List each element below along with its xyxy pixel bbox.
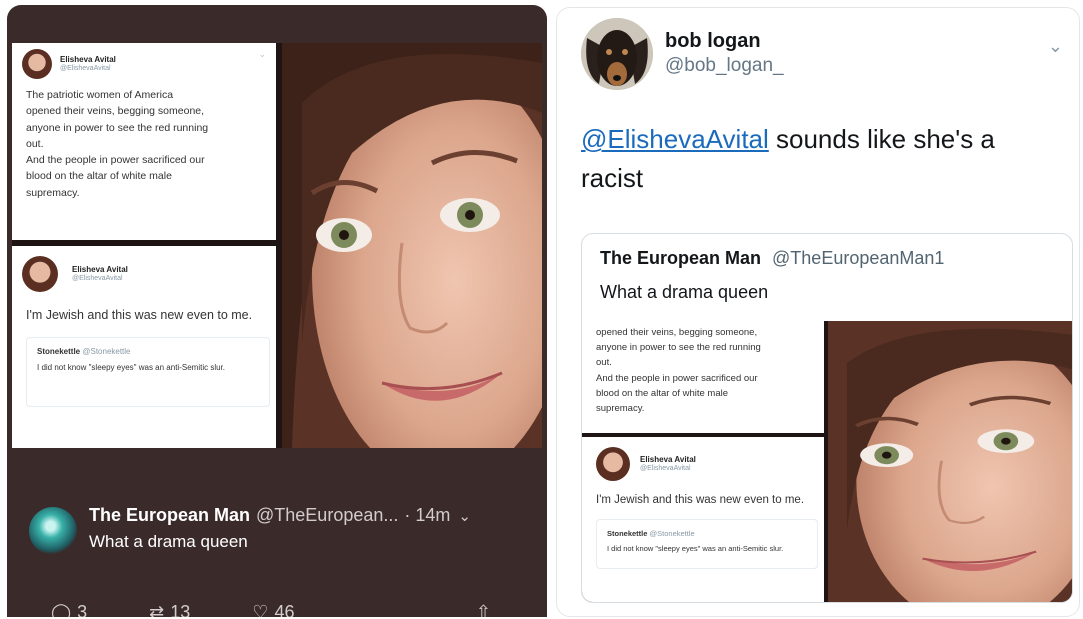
author-handle: @ElishevaAvital <box>72 274 123 282</box>
quoted-text: I did not know "sleepy eyes" was an anti… <box>37 363 225 373</box>
embedded-tweet-card: opened their veins, begging someone, any… <box>582 321 824 433</box>
author-name: Elisheva Avital <box>640 454 696 464</box>
avatar <box>22 256 58 292</box>
quoted-text: I did not know "sleepy eyes" was an anti… <box>607 543 784 553</box>
reply-button[interactable]: ◯ 3 <box>51 601 88 618</box>
author-name[interactable]: bob logan <box>665 30 784 53</box>
author-handle: @TheEuropean... <box>256 505 399 525</box>
author-name: Stonekettle <box>37 347 81 357</box>
tweet-text: @ElishevaAvital sounds like she's a raci… <box>581 120 1051 198</box>
quoted-tweet-card[interactable]: The European Man @TheEuropeanMan1 What a… <box>581 233 1073 603</box>
avatar <box>596 447 630 481</box>
author-name: The European Man <box>600 248 762 268</box>
embedded-tweet-card: Elisheva Avital @ElishevaAvital ⌄ The pa… <box>12 43 276 240</box>
tweet-action-bar: ◯ 3 ⇄ 13 ♡ 46 ⇧ <box>51 601 521 618</box>
timestamp[interactable]: · 14m <box>404 505 450 526</box>
author-handle: @bob_logan_ <box>665 55 784 76</box>
reply-count: 3 <box>77 601 88 618</box>
author-name: Stonekettle <box>607 529 648 539</box>
mention-link[interactable]: @ElishevaAvital <box>581 124 769 154</box>
tweet-text: I'm Jewish and this was new even to me. <box>596 494 805 506</box>
embedded-tweet-card: Elisheva Avital @ElishevaAvital I'm Jewi… <box>12 246 276 448</box>
author-handle: @Stonekettle <box>649 529 695 539</box>
author-handle: @ElishevaAvital <box>640 464 691 472</box>
tweet-text: I'm Jewish and this was new even to me. <box>26 308 253 322</box>
share-icon: ⇧ <box>475 601 491 618</box>
avatar[interactable] <box>581 18 653 90</box>
tweet-text: opened their veins, begging someone, any… <box>596 327 761 414</box>
like-count: 46 <box>274 601 295 618</box>
avatar <box>22 49 52 79</box>
share-button[interactable]: ⇧ <box>475 601 497 618</box>
author-name: Elisheva Avital <box>60 54 116 64</box>
reply-tweet[interactable]: The European Man @TheEuropean... · 14m ⌄… <box>29 505 539 565</box>
retweet-icon: ⇄ <box>149 601 165 618</box>
quoted-tweet: Stonekettle @Stonekettle I did not know … <box>596 519 818 570</box>
chevron-down-icon[interactable]: ⌄ <box>1048 36 1063 57</box>
face-photo <box>282 43 542 448</box>
quoted-media[interactable]: opened their veins, begging someone, any… <box>582 321 1072 602</box>
quoted-tweet: Stonekettle @Stonekettle I did not know … <box>26 337 270 408</box>
avatar[interactable] <box>29 507 77 555</box>
tweet-image-collage[interactable]: Elisheva Avital @ElishevaAvital ⌄ The pa… <box>12 43 542 448</box>
face-photo <box>828 321 1072 602</box>
retweet-count: 13 <box>170 601 191 618</box>
retweet-button[interactable]: ⇄ 13 <box>149 601 191 618</box>
author-handle: @Stonekettle <box>82 347 131 357</box>
quoted-text: What a drama queen <box>600 282 769 302</box>
author-handle: @ElishevaAvital <box>60 64 111 72</box>
screenshot-composite: Elisheva Avital @ElishevaAvital ⌄ The pa… <box>0 0 1083 619</box>
tweet-text: What a drama queen <box>89 532 248 551</box>
like-button[interactable]: ♡ 46 <box>252 601 295 618</box>
author-handle: @TheEuropeanMan1 <box>772 248 945 268</box>
author-name: Elisheva Avital <box>72 264 128 274</box>
reply-icon: ◯ <box>51 601 72 618</box>
chevron-down-icon: ⌄ <box>258 49 266 59</box>
tweet-text: The patriotic women of America opened th… <box>26 89 209 199</box>
like-icon: ♡ <box>252 601 269 618</box>
chevron-down-icon[interactable]: ⌄ <box>458 507 471 525</box>
dark-tweet-panel: Elisheva Avital @ElishevaAvital ⌄ The pa… <box>7 5 547 617</box>
light-tweet-panel: bob logan @bob_logan_ ⌄ @ElishevaAvital … <box>556 7 1080 617</box>
embedded-tweet-card: Elisheva Avital @ElishevaAvital I'm Jewi… <box>582 437 824 602</box>
tweet-header: bob logan @bob_logan_ ⌄ <box>581 18 1071 98</box>
author-name[interactable]: The European Man <box>89 505 250 526</box>
